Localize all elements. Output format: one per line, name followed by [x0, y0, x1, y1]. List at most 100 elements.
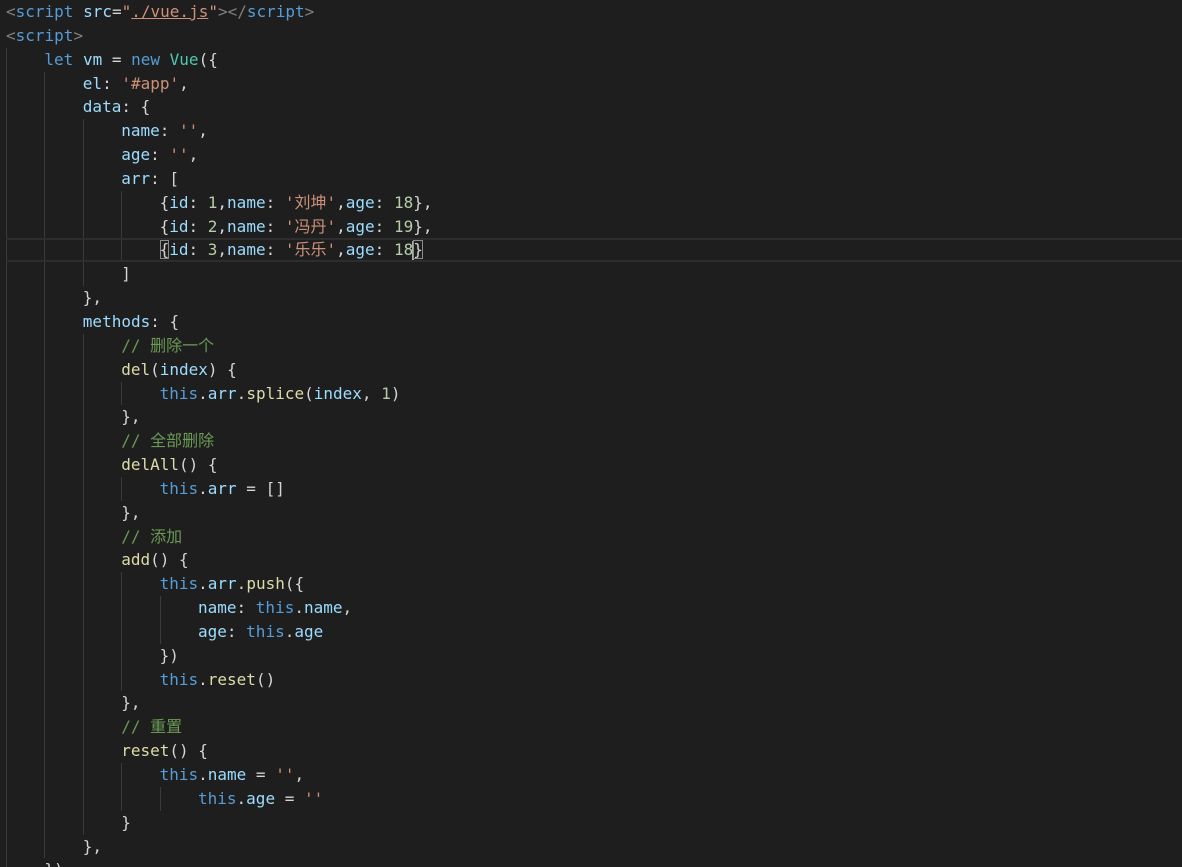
code-token-kw: this	[159, 669, 199, 689]
code-line[interactable]: },	[0, 405, 1182, 430]
code-token-text: },	[121, 693, 141, 713]
indent-guide	[82, 643, 84, 668]
code-line[interactable]: // 重置	[0, 715, 1182, 740]
code-token-str: "	[208, 2, 218, 21]
code-token-prop: age	[294, 621, 324, 641]
code-token-class: Vue	[169, 49, 199, 69]
code-token-text: .	[198, 669, 208, 689]
indent-guide	[82, 453, 84, 477]
code-token-text: },	[413, 192, 433, 212]
code-token-text: :	[265, 192, 285, 212]
indent-guide	[44, 667, 46, 692]
code-line[interactable]: },	[0, 691, 1182, 716]
code-text: },	[121, 691, 140, 715]
code-line[interactable]: this.arr = []	[0, 476, 1182, 501]
indent-guide	[82, 357, 84, 382]
code-line[interactable]: arr: [	[0, 166, 1182, 191]
code-line[interactable]: age: '',	[0, 143, 1182, 167]
code-token-text: (	[304, 383, 314, 403]
code-line[interactable]: },	[0, 286, 1182, 310]
code-token-text: :	[265, 240, 285, 260]
indent-guide	[6, 143, 7, 167]
code-token-num: 18	[393, 192, 414, 212]
code-editor[interactable]: <script src="./vue.js"></script> <script>…	[0, 0, 1182, 867]
code-line[interactable]: this.reset()	[0, 667, 1182, 692]
indent-guide	[44, 333, 46, 358]
code-text: },	[121, 405, 140, 429]
code-line[interactable]: add() {	[0, 548, 1182, 573]
indent-guide	[44, 715, 46, 740]
code-text: del(index) {	[121, 358, 237, 382]
code-token-text: ,	[342, 598, 353, 618]
code-line[interactable]: // 添加	[0, 524, 1182, 549]
code-line[interactable]: },	[0, 500, 1182, 525]
code-line[interactable]: el: '#app',	[0, 71, 1182, 96]
code-line[interactable]: methods: {	[0, 309, 1182, 334]
code-text: <script src="./vue.js"></script>	[6, 0, 314, 24]
code-token-text: =	[246, 765, 276, 784]
indent-guide	[6, 190, 7, 215]
code-token-text: :	[236, 598, 256, 618]
code-token-prop: name	[303, 598, 343, 618]
code-line[interactable]: },	[0, 834, 1182, 859]
code-token-text: : {	[150, 311, 180, 331]
indent-guide	[82, 596, 84, 620]
code-token-text: ,	[336, 240, 346, 260]
code-line[interactable]: {id: 2,name: '冯丹',age: 19},	[0, 214, 1182, 239]
code-line[interactable]: this.age = ''	[0, 786, 1182, 811]
code-token-var: vm	[82, 49, 103, 69]
code-line[interactable]: del(index) {	[0, 357, 1182, 382]
code-line[interactable]: ]	[0, 262, 1182, 287]
code-line[interactable]: // 删除一个	[0, 333, 1182, 358]
code-line[interactable]: <script>	[0, 24, 1182, 48]
indent-guide	[6, 548, 7, 573]
code-line[interactable]: })	[0, 858, 1182, 867]
indent-guide	[82, 143, 84, 167]
code-line[interactable]: reset() {	[0, 739, 1182, 763]
code-line[interactable]: name: '',	[0, 119, 1182, 144]
indent-guide	[44, 643, 46, 668]
code-token-comment: // 删除一个	[121, 335, 215, 355]
indent-guide	[121, 214, 123, 239]
code-token-kw: new	[131, 49, 161, 69]
code-token-str: '乐乐'	[284, 240, 337, 260]
code-line[interactable]: {id: 3,name: '乐乐',age: 18}	[0, 238, 1182, 263]
code-line[interactable]: }	[0, 810, 1182, 835]
indent-guide	[121, 596, 123, 620]
code-line[interactable]: delAll() {	[0, 453, 1182, 477]
code-line[interactable]: this.arr.splice(index, 1)	[0, 381, 1182, 406]
code-line[interactable]: let vm = new Vue({	[0, 47, 1182, 72]
code-text: },	[83, 835, 102, 859]
code-line[interactable]: // 全部删除	[0, 429, 1182, 454]
code-line[interactable]: this.name = '',	[0, 763, 1182, 787]
code-line[interactable]: age: this.age	[0, 619, 1182, 644]
code-line[interactable]: this.arr.push({	[0, 572, 1182, 597]
code-token-text: ({	[284, 574, 305, 594]
code-text: // 删除一个	[121, 334, 214, 358]
code-token-punct: >	[304, 2, 315, 21]
code-token-fn: reset	[121, 741, 170, 761]
indent-guide	[44, 71, 46, 96]
code-token-text: .	[284, 621, 295, 641]
code-token-text: :	[159, 121, 179, 141]
code-token-text: .	[236, 788, 247, 808]
code-token-prop: age	[345, 240, 375, 260]
code-line[interactable]: })	[0, 643, 1182, 668]
code-token-prop: name	[207, 765, 247, 784]
code-token-num: 3	[207, 240, 218, 260]
code-text: add() {	[121, 548, 188, 572]
code-token-fn: add	[121, 550, 151, 570]
indent-guide	[44, 500, 46, 525]
indent-guide	[6, 524, 7, 549]
code-line[interactable]: data: {	[0, 95, 1182, 120]
code-token-text: },	[121, 502, 141, 522]
indent-guide	[6, 47, 7, 72]
indent-guide	[121, 572, 123, 597]
indent-guide	[44, 739, 46, 763]
indent-guide	[44, 119, 46, 144]
code-token-kw: this	[159, 574, 199, 594]
indent-guide	[82, 739, 84, 763]
code-line[interactable]: {id: 1,name: '刘坤',age: 18},	[0, 190, 1182, 215]
code-line[interactable]: <script src="./vue.js"></script>	[0, 0, 1182, 24]
code-line[interactable]: name: this.name,	[0, 596, 1182, 620]
